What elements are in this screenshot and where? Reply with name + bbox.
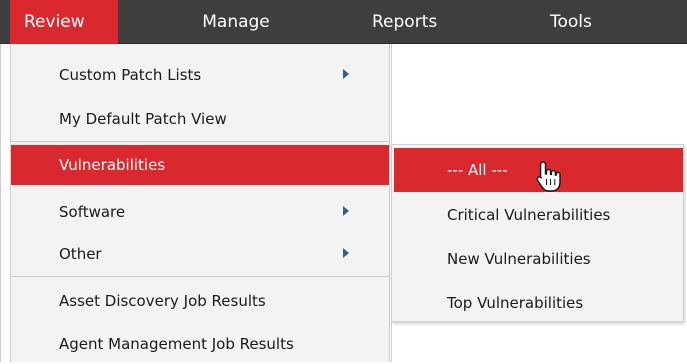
submenu-item-label: Top Vulnerabilities <box>447 294 584 312</box>
menu-item-asset-discovery-job-results[interactable]: Asset Discovery Job Results <box>11 281 389 321</box>
menu-divider <box>11 141 389 142</box>
chevron-right-icon <box>343 69 349 79</box>
menu-item-custom-patch-lists[interactable]: Custom Patch Lists <box>11 55 389 95</box>
submenu-item-label: --- All --- <box>447 161 508 179</box>
submenu-item-critical-vulnerabilities[interactable]: Critical Vulnerabilities <box>392 193 683 237</box>
menu-item-label: Software <box>59 203 126 221</box>
hand-pointer-icon <box>536 161 561 192</box>
submenu-item-new-vulnerabilities[interactable]: New Vulnerabilities <box>392 237 683 281</box>
submenu-item-top-vulnerabilities[interactable]: Top Vulnerabilities <box>392 281 683 325</box>
menu-item-label: Agent Management Job Results <box>59 335 294 353</box>
chevron-right-icon <box>343 248 349 258</box>
menu-item-label: Custom Patch Lists <box>59 66 202 84</box>
menu-item-label: Asset Discovery Job Results <box>59 292 266 310</box>
menu-divider <box>11 276 389 277</box>
review-dropdown-menu: Custom Patch Lists My Default Patch View… <box>10 44 390 362</box>
menu-item-software[interactable]: Software <box>11 192 389 232</box>
submenu-item-label: Critical Vulnerabilities <box>447 206 611 224</box>
menu-review[interactable]: Review <box>10 0 118 44</box>
menu-item-agent-management-job-results[interactable]: Agent Management Job Results <box>11 324 389 364</box>
menu-tools[interactable]: Tools <box>550 0 592 44</box>
menu-item-my-default-patch-view[interactable]: My Default Patch View <box>11 99 389 139</box>
menu-manage[interactable]: Manage <box>176 0 296 44</box>
menu-reports[interactable]: Reports <box>372 0 437 44</box>
submenu-item-label: New Vulnerabilities <box>447 250 591 268</box>
menu-item-label: My Default Patch View <box>59 110 227 128</box>
menu-item-label: Vulnerabilities <box>59 156 166 174</box>
menu-item-label: Other <box>59 245 102 263</box>
menu-item-vulnerabilities[interactable]: Vulnerabilities <box>11 145 389 185</box>
menu-item-other[interactable]: Other <box>11 234 389 274</box>
chevron-right-icon <box>343 206 349 216</box>
menu-bar: Review Manage Reports Tools <box>0 0 687 44</box>
